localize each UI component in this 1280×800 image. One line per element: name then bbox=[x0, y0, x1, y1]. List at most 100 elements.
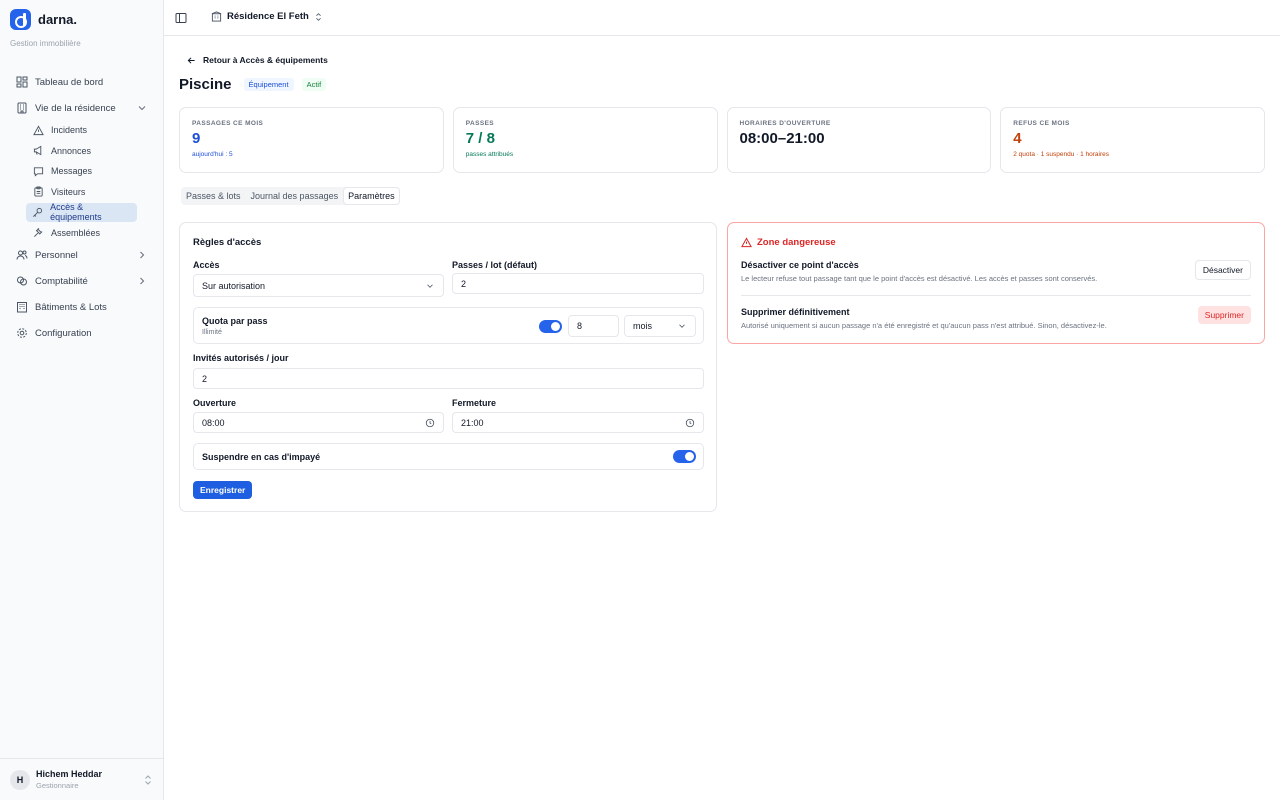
chevrons-up-down-icon bbox=[315, 12, 321, 21]
message-icon bbox=[32, 165, 44, 177]
sidebar-item-incidents[interactable]: Incidents bbox=[26, 121, 154, 140]
quota-sub: Illimité bbox=[202, 329, 222, 336]
sidebar-item-label: Visiteurs bbox=[51, 186, 86, 197]
page-title: Piscine bbox=[179, 76, 232, 93]
sidebar-item-label: Messages bbox=[51, 166, 93, 176]
danger-zone-header: Zone dangereuse bbox=[741, 237, 1251, 248]
quota-toggle[interactable] bbox=[539, 320, 562, 333]
open-label: Ouverture bbox=[193, 398, 237, 408]
danger-zone-card: Zone dangereuse Désactiver ce point d'ac… bbox=[727, 222, 1265, 344]
quota-unit-select[interactable]: mois bbox=[624, 315, 696, 337]
tab-passes-lots[interactable]: Passes & lots bbox=[182, 188, 245, 204]
sidebar-item-comptabilite[interactable]: Comptabilité bbox=[10, 270, 154, 292]
save-button[interactable]: Enregistrer bbox=[193, 481, 253, 499]
sidebar-item-acces-equipements[interactable]: Accès & équipements bbox=[26, 202, 137, 222]
suspend-label: Suspendre en cas d'impayé bbox=[202, 452, 321, 462]
stat-value: 4 bbox=[1013, 130, 1022, 147]
stat-card-passes: PASSES 7 / 8 passes attribués bbox=[452, 107, 718, 173]
access-rules-card: Règles d'accès Accès Sur autorisation Pa… bbox=[179, 222, 717, 512]
sidebar-item-visiteurs[interactable]: Visiteurs bbox=[26, 182, 154, 201]
building-icon bbox=[211, 11, 222, 22]
guests-input-value: 2 bbox=[202, 373, 208, 384]
disable-description: Le lecteur refuse tout passage tant que … bbox=[741, 274, 1098, 283]
tab-bar: Passes & lots Journal des passages Param… bbox=[181, 187, 400, 205]
access-select[interactable]: Sur autorisation bbox=[193, 274, 444, 297]
delete-row: Supprimer définitivement Autorisé unique… bbox=[741, 306, 1251, 330]
sidebar-item-personnel[interactable]: Personnel bbox=[10, 244, 154, 266]
sidebar: darna. Gestion immobilière Tableau de bo… bbox=[0, 0, 164, 800]
sidebar-toggle-icon[interactable] bbox=[175, 12, 187, 24]
user-name: Hichem Heddar bbox=[36, 769, 103, 779]
page-header: Piscine Équipement Actif bbox=[179, 76, 327, 93]
danger-zone-title: Zone dangereuse bbox=[757, 237, 836, 248]
sidebar-item-label: Tableau de bord bbox=[35, 76, 104, 88]
stat-sub: passes attribués bbox=[465, 151, 514, 158]
stat-sub: 2 quota · 1 suspendu · 1 horaires bbox=[1013, 151, 1110, 158]
sidebar-item-vie-de-la-residence[interactable]: Vie de la résidence bbox=[10, 97, 154, 119]
gear-icon bbox=[16, 327, 28, 339]
sidebar-nav: Tableau de bord Vie de la résidence Inci… bbox=[10, 71, 154, 344]
sidebar-item-annonces[interactable]: Annonces bbox=[26, 141, 154, 160]
quota-unit: mois bbox=[633, 321, 653, 331]
sidebar-item-label: Bâtiments & Lots bbox=[35, 301, 107, 313]
user-role: Gestionnaire bbox=[36, 781, 79, 790]
residence-selector[interactable]: Résidence El Feth bbox=[211, 11, 323, 22]
clock-icon[interactable] bbox=[425, 418, 435, 428]
stat-value: 7 / 8 bbox=[465, 130, 495, 147]
brand[interactable]: darna. bbox=[10, 9, 77, 30]
sidebar-item-messages[interactable]: Messages bbox=[26, 162, 154, 181]
open-time-input[interactable]: 08:00 bbox=[193, 412, 444, 433]
darna-logo-icon bbox=[10, 9, 31, 30]
disable-row: Désactiver ce point d'accès Le lecteur r… bbox=[741, 260, 1251, 283]
status-badge: Actif bbox=[301, 78, 327, 91]
guests-input[interactable]: 2 bbox=[193, 368, 704, 389]
disable-button[interactable]: Désactiver bbox=[1194, 260, 1251, 280]
quota-value: 8 bbox=[577, 321, 583, 331]
tab-journal-passages[interactable]: Journal des passages bbox=[247, 188, 343, 204]
quota-value-input[interactable]: 8 bbox=[568, 315, 619, 337]
sidebar-item-tableau-de-bord[interactable]: Tableau de bord bbox=[10, 71, 154, 93]
card-title: Règles d'accès bbox=[193, 237, 262, 248]
clock-icon[interactable] bbox=[685, 418, 695, 428]
sidebar-item-label: Personnel bbox=[35, 249, 78, 261]
access-select-value: Sur autorisation bbox=[202, 280, 266, 291]
stat-label: HORAIRES D'OUVERTURE bbox=[739, 120, 831, 127]
passes-input[interactable]: 2 bbox=[452, 273, 704, 294]
delete-title: Supprimer définitivement bbox=[741, 307, 850, 317]
sidebar-item-assemblees[interactable]: Assemblées bbox=[26, 223, 154, 242]
passes-input-value: 2 bbox=[461, 278, 467, 289]
close-time-input[interactable]: 21:00 bbox=[452, 412, 704, 433]
tab-parametres[interactable]: Paramètres bbox=[344, 188, 399, 204]
delete-button[interactable]: Supprimer bbox=[1197, 306, 1251, 324]
warning-icon bbox=[32, 124, 44, 136]
back-link[interactable]: Retour à Accès & équipements bbox=[187, 55, 328, 65]
chevrons-up-down-icon bbox=[145, 775, 151, 785]
brand-subtitle: Gestion immobilière bbox=[10, 39, 81, 48]
stat-value: 08:00–21:00 bbox=[739, 130, 825, 147]
users-icon bbox=[16, 249, 28, 261]
back-link-label: Retour à Accès & équipements bbox=[203, 55, 328, 65]
chevron-down-icon bbox=[427, 284, 433, 288]
chevron-down-icon bbox=[679, 324, 685, 328]
sidebar-item-label: Comptabilité bbox=[35, 275, 88, 287]
stat-sub: aujourd'hui : 5 bbox=[192, 151, 233, 158]
delete-description: Autorisé uniquement si aucun passage n'a… bbox=[741, 321, 1107, 330]
close-label: Fermeture bbox=[452, 398, 497, 408]
sidebar-item-batiments-lots[interactable]: Bâtiments & Lots bbox=[10, 296, 154, 318]
sidebar-item-label: Vie de la résidence bbox=[35, 102, 116, 114]
stat-label: REFUS CE MOIS bbox=[1013, 120, 1070, 127]
passes-label: Passes / lot (défaut) bbox=[452, 260, 538, 270]
user-menu[interactable]: H Hichem Heddar Gestionnaire bbox=[0, 758, 163, 800]
guests-label: Invités autorisés / jour bbox=[193, 353, 289, 363]
clipboard-icon bbox=[32, 186, 44, 198]
coins-icon bbox=[16, 275, 28, 287]
stat-card-horaires: HORAIRES D'OUVERTURE 08:00–21:00 bbox=[726, 107, 992, 173]
buildings-icon bbox=[16, 301, 28, 313]
close-time-value: 21:00 bbox=[461, 417, 484, 428]
suspend-toggle[interactable] bbox=[673, 450, 696, 463]
sidebar-item-configuration[interactable]: Configuration bbox=[10, 322, 154, 344]
dashboard-icon bbox=[16, 76, 28, 88]
chevron-right-icon bbox=[140, 277, 145, 285]
topbar: Résidence El Feth bbox=[164, 0, 1280, 36]
divider bbox=[741, 295, 1251, 296]
